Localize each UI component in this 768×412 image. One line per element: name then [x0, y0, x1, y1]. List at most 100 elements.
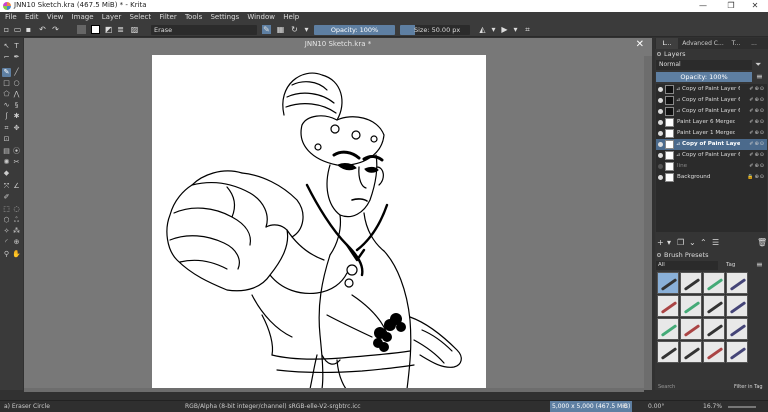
- brush-preset-item[interactable]: [703, 272, 725, 294]
- filter-in-tag-checkbox[interactable]: Filter in Tag: [734, 385, 763, 390]
- eye-icon[interactable]: [658, 120, 663, 125]
- text-tool-icon[interactable]: T: [12, 42, 21, 51]
- assistant-tool-icon[interactable]: ⤧: [2, 182, 11, 191]
- canvas-horizontal-scrollbar[interactable]: [24, 388, 644, 392]
- layer-lock-icons[interactable]: ✐⊕⊙: [749, 117, 765, 128]
- tab-advanced-color[interactable]: Advanced C...: [680, 38, 726, 49]
- dynamic-brush-icon[interactable]: ʃ: [2, 112, 11, 121]
- drawing-canvas[interactable]: [152, 55, 486, 390]
- eraser-mode-icon[interactable]: ✎: [262, 25, 271, 34]
- select-shapes-icon[interactable]: ↖: [2, 42, 11, 51]
- layer-menu-icon[interactable]: ≡: [756, 72, 763, 81]
- reload-preset-icon[interactable]: ↻: [290, 25, 299, 34]
- smart-patch-icon[interactable]: ✂: [12, 158, 21, 167]
- transform-tool-icon[interactable]: ⊡: [2, 135, 11, 144]
- preserve-alpha-icon[interactable]: ▦: [276, 25, 285, 34]
- layer-row[interactable]: ⊿ Copy of Paint Layer 6 ... ✐⊕⊙: [656, 106, 767, 117]
- blend-mode-select[interactable]: Normal: [656, 60, 752, 70]
- layer-lock-icons[interactable]: ✐⊕⊙: [749, 106, 765, 117]
- move-layer-down-icon[interactable]: ⌄: [689, 237, 696, 248]
- delete-layer-icon[interactable]: 🗑: [757, 237, 767, 248]
- brush-preset-field[interactable]: Erase: [151, 25, 257, 35]
- close-window-button[interactable]: ✕: [742, 0, 768, 12]
- fill-tool-icon[interactable]: ◆: [2, 169, 11, 178]
- brush-preset-item[interactable]: [680, 318, 702, 340]
- layer-row[interactable]: ⊿ Copy of Paint Layer 6 ... ✐⊕⊙: [656, 95, 767, 106]
- layer-row-selected[interactable]: ⊿ Copy of Paint Layer ... ✐⊕⊙: [656, 139, 767, 150]
- tab-tool-options[interactable]: T...: [728, 38, 744, 49]
- brush-preset-icon[interactable]: ▨: [130, 25, 139, 34]
- crop-tool-icon[interactable]: ⌗: [2, 124, 11, 133]
- layer-row[interactable]: ⊿ Copy of Paint Layer 6 ... ✐⊕⊙: [656, 150, 767, 161]
- eye-icon[interactable]: [658, 142, 663, 147]
- line-tool-icon[interactable]: ╱: [12, 68, 21, 77]
- layer-properties-icon[interactable]: ☰: [712, 237, 719, 248]
- color-picker-icon[interactable]: ⦿: [12, 147, 21, 156]
- layer-row[interactable]: Paint Layer 1 Merged ✐⊕⊙: [656, 128, 767, 139]
- menu-select[interactable]: Select: [127, 12, 155, 23]
- menu-file[interactable]: File: [0, 12, 20, 23]
- ellipse-tool-icon[interactable]: ○: [12, 79, 21, 88]
- tab-more[interactable]: ...: [746, 38, 762, 49]
- swap-colors-icon[interactable]: ◩: [104, 25, 113, 34]
- menu-help[interactable]: Help: [280, 12, 302, 23]
- contiguous-select-icon[interactable]: ✧: [2, 227, 11, 236]
- foreground-color-swatch[interactable]: [91, 25, 100, 34]
- wrap-around-icon[interactable]: ⌗: [523, 25, 532, 34]
- layer-lock-icons[interactable]: 🔒⊕⊙: [747, 172, 765, 183]
- float-panel-icon[interactable]: [657, 52, 661, 56]
- polyline-tool-icon[interactable]: ⋀: [12, 90, 21, 99]
- similar-select-icon[interactable]: ⁂: [12, 227, 21, 236]
- rectangle-tool-icon[interactable]: □: [2, 79, 11, 88]
- calligraphy-icon[interactable]: ✒: [12, 53, 21, 62]
- brush-preset-item[interactable]: [703, 341, 725, 363]
- chevron-down-icon[interactable]: ▾: [489, 25, 498, 34]
- bezier-tool-icon[interactable]: ∿: [2, 101, 11, 110]
- layer-row[interactable]: Paint Layer 6 Merged ✐⊕⊙: [656, 117, 767, 128]
- colorize-mask-icon[interactable]: ✺: [2, 158, 11, 167]
- gradient-icon[interactable]: [65, 25, 74, 34]
- brush-preset-item[interactable]: [680, 341, 702, 363]
- edit-shapes-icon[interactable]: ⌐: [2, 53, 11, 62]
- filter-icon[interactable]: ⏷: [755, 60, 761, 70]
- open-document-icon[interactable]: ▭: [13, 25, 22, 34]
- brush-preset-item[interactable]: [657, 341, 679, 363]
- image-size-memory[interactable]: 5,000 x 5,000 (467.5 MiB): [550, 401, 633, 412]
- menu-filter[interactable]: Filter: [156, 12, 179, 23]
- bezier-select-icon[interactable]: ◜: [2, 238, 11, 247]
- redo-icon[interactable]: ↷: [51, 25, 60, 34]
- new-document-icon[interactable]: ▫: [2, 25, 11, 34]
- zoom-slider[interactable]: [728, 406, 756, 408]
- layer-lock-icons[interactable]: ✐⊕⊙: [749, 139, 765, 150]
- menu-settings[interactable]: Settings: [207, 12, 242, 23]
- save-icon[interactable]: ▪: [24, 25, 33, 34]
- move-tool-icon[interactable]: ✥: [12, 124, 21, 133]
- freehand-brush-icon[interactable]: ✎: [2, 68, 11, 77]
- freehand-path-icon[interactable]: §: [12, 101, 21, 110]
- brush-preset-item[interactable]: [703, 295, 725, 317]
- menu-edit[interactable]: Edit: [22, 12, 42, 23]
- layer-lock-icons[interactable]: ✐⊕⊙: [749, 95, 765, 106]
- eye-closed-icon[interactable]: [658, 164, 663, 169]
- duplicate-layer-icon[interactable]: ❐: [677, 237, 684, 248]
- move-layer-up-icon[interactable]: ⌃: [700, 237, 707, 248]
- layer-row[interactable]: line ✐⊕⊙: [656, 161, 767, 172]
- layer-lock-icons[interactable]: ✐⊕⊙: [749, 150, 765, 161]
- brush-preset-item[interactable]: [680, 295, 702, 317]
- eye-icon[interactable]: [658, 153, 663, 158]
- layer-lock-icons[interactable]: ✐⊕⊙: [749, 84, 765, 95]
- opacity-slider[interactable]: Opacity: 100%: [314, 25, 395, 35]
- presets-menu-icon[interactable]: ≡: [756, 260, 763, 269]
- ellipse-select-icon[interactable]: ◌: [12, 205, 21, 214]
- eye-icon[interactable]: [658, 131, 663, 136]
- brush-preset-item[interactable]: [703, 318, 725, 340]
- tag-select[interactable]: Tag: [726, 261, 750, 270]
- brush-filter-select[interactable]: All: [656, 261, 718, 270]
- brush-preset-item[interactable]: [657, 318, 679, 340]
- brush-preset-item[interactable]: [726, 318, 748, 340]
- rect-select-icon[interactable]: ⬚: [2, 205, 11, 214]
- add-layer-icon[interactable]: +: [657, 237, 664, 248]
- float-panel-icon[interactable]: [657, 253, 661, 257]
- magnetic-select-icon[interactable]: ⊕: [12, 238, 21, 247]
- measure-tool-icon[interactable]: ∠: [12, 182, 21, 191]
